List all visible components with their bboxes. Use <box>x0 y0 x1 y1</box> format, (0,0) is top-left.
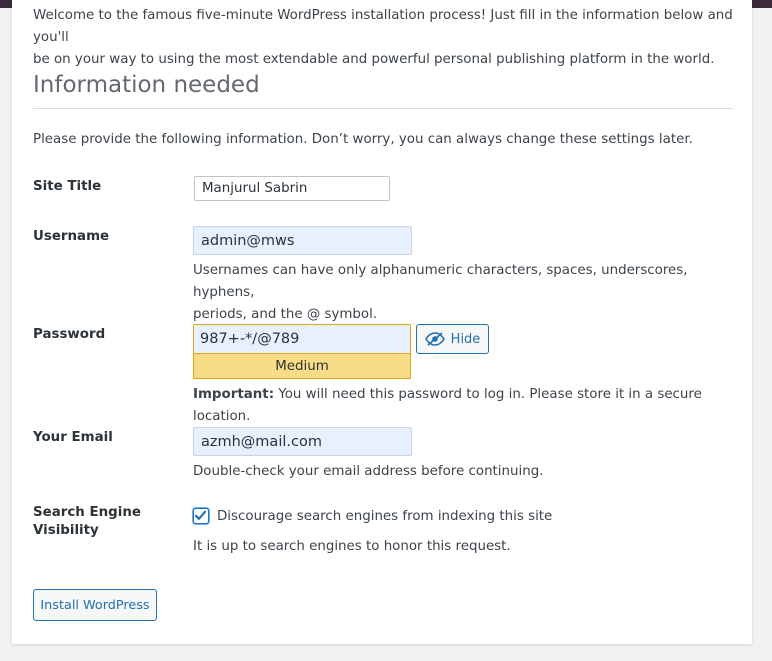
install-wordpress-button[interactable]: Install WordPress <box>33 589 157 621</box>
password-label: Password <box>33 327 106 342</box>
visibility-label-line-1: Search Engine <box>33 505 141 520</box>
intro-text: Welcome to the famous five-minute WordPr… <box>33 5 733 71</box>
important-label: Important: <box>193 387 275 402</box>
intro-line-1: Welcome to the famous five-minute WordPr… <box>33 8 733 45</box>
email-label: Your Email <box>33 430 113 445</box>
password-field-group: 987+-*/@789 Medium <box>193 324 411 379</box>
page-heading: Information needed <box>33 72 260 98</box>
username-help: Usernames can have only alphanumeric cha… <box>193 260 752 326</box>
site-title-label: Site Title <box>33 179 102 194</box>
intro-line-2: be on your way to using the most extenda… <box>33 52 715 67</box>
visibility-label-line-2: Visibility <box>33 523 99 538</box>
username-help-line-1: Usernames can have only alphanumeric cha… <box>193 263 688 300</box>
heading-divider <box>33 108 733 109</box>
email-help: Double-check your email address before c… <box>193 464 544 479</box>
install-button-label: Install WordPress <box>40 597 150 613</box>
install-form-card: Welcome to the famous five-minute WordPr… <box>12 0 752 644</box>
hide-password-button[interactable]: Hide <box>416 324 489 354</box>
email-input[interactable]: azmh@mail.com <box>193 427 412 456</box>
site-title-input[interactable]: Manjurul Sabrin <box>194 176 390 201</box>
discourage-search-checkbox[interactable] <box>193 508 209 524</box>
visibility-label: Search Engine Visibility <box>33 504 141 540</box>
email-value: azmh@mail.com <box>201 433 322 450</box>
password-input[interactable]: 987+-*/@789 <box>194 325 410 353</box>
password-strength-meter: Medium <box>194 353 410 378</box>
site-title-value: Manjurul Sabrin <box>202 181 308 196</box>
visibility-help: It is up to search engines to honor this… <box>193 539 511 554</box>
username-label: Username <box>33 229 110 244</box>
password-strength-text: Medium <box>275 358 329 374</box>
eye-slash-icon <box>424 332 445 346</box>
instructions-text: Please provide the following information… <box>33 132 693 147</box>
hide-button-label: Hide <box>450 331 481 347</box>
password-important-note: Important: You will need this password t… <box>193 384 752 428</box>
username-input[interactable]: admin@mws <box>193 226 412 255</box>
discourage-search-label[interactable]: Discourage search engines from indexing … <box>217 507 552 527</box>
password-value: 987+-*/@789 <box>200 331 300 347</box>
username-value: admin@mws <box>201 232 295 249</box>
username-help-line-2: periods, and the @ symbol. <box>193 307 378 322</box>
checkmark-icon <box>194 510 207 520</box>
